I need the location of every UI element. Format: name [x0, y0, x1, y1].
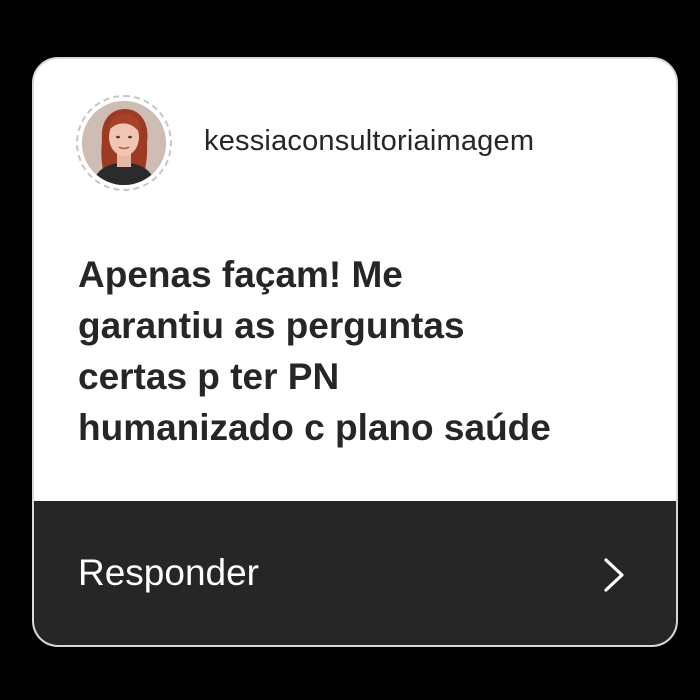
profile-photo-icon [82, 101, 166, 185]
message-line: humanizado c plano saúde [78, 407, 551, 448]
reply-button[interactable]: Responder [34, 501, 676, 645]
story-reply-card: kessiaconsultoriaimagem Apenas façam! Me… [32, 57, 678, 647]
username[interactable]: kessiaconsultoriaimagem [204, 125, 534, 158]
chevron-right-icon [602, 557, 626, 593]
card-header-section: kessiaconsultoriaimagem Apenas façam! Me… [34, 59, 676, 501]
reply-message: Apenas façam! Me garantiu as perguntas c… [78, 249, 658, 453]
reply-label: Responder [78, 552, 260, 593]
avatar [82, 101, 166, 185]
message-line: certas p ter PN [78, 356, 340, 397]
avatar-ring [76, 95, 172, 191]
message-line: Apenas façam! Me [78, 254, 403, 295]
message-line: garantiu as perguntas [78, 305, 465, 346]
